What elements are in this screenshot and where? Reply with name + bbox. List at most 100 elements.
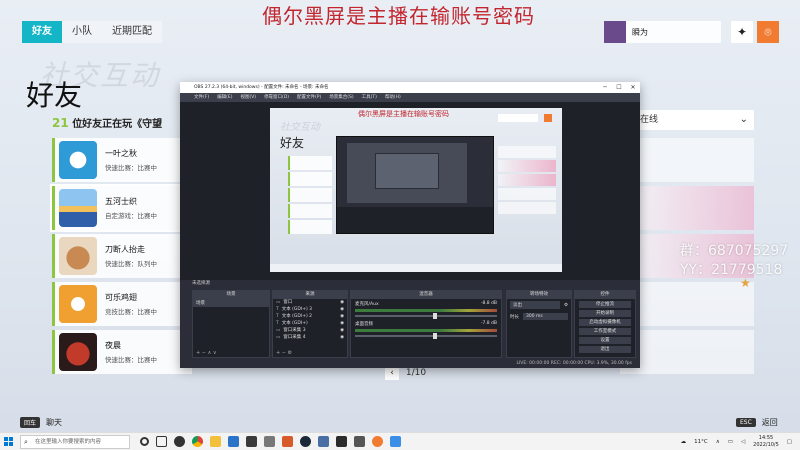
friend-item[interactable]: 一叶之秋 快速比赛：比赛中 <box>52 138 192 182</box>
system-tray: ☁ 11°C ∧ ▭ ◁ 14:55 2022/10/5 ▢ <box>681 433 792 450</box>
tab-team[interactable]: 小队 <box>62 21 102 43</box>
app-icon[interactable] <box>354 436 365 447</box>
overwatch-app-icon[interactable] <box>372 436 383 447</box>
preview-page-title: 好友 <box>280 136 305 150</box>
friend-item[interactable]: 五河士织 自定游戏：比赛中 <box>50 184 194 232</box>
prev-page-button[interactable]: ‹ <box>385 366 399 380</box>
friend-name: 可乐鸡翅 <box>105 293 137 302</box>
friend-item[interactable]: 可乐鸡翅 竞技比赛：比赛中 <box>52 282 192 326</box>
paw-icon[interactable]: ✦ <box>731 21 753 43</box>
down-icon[interactable]: ∨ <box>213 350 217 356</box>
menu-view[interactable]: 视图(V) <box>240 93 256 102</box>
app-icon[interactable] <box>318 436 329 447</box>
eye-icon[interactable]: ◉ <box>340 327 344 334</box>
obs-window: OBS 27.2.3 (64-bit, windows) - 配置文件: 未命名… <box>180 82 640 368</box>
tab-recent-matches[interactable]: 近期匹配 <box>102 21 162 43</box>
friend-item[interactable]: 刀断人抬走 快速比赛：队列中 <box>52 234 192 278</box>
app-icon[interactable] <box>246 436 257 447</box>
preview-right-row <box>498 146 556 158</box>
window-controls: ─ ☐ ✕ <box>598 82 640 93</box>
menu-scene-collection[interactable]: 场景集合(S) <box>329 93 353 102</box>
chrome-icon[interactable] <box>192 436 203 447</box>
menu-docks[interactable]: 停靠窗口(D) <box>264 93 289 102</box>
minimize-icon[interactable]: ─ <box>598 82 612 93</box>
studio-mode-button[interactable]: 工作室模式 <box>579 328 631 335</box>
menu-profile[interactable]: 配置文件(P) <box>297 93 321 102</box>
source-item[interactable]: T 文本 (GDI+) 3 ◉ <box>273 306 347 313</box>
chat-hint[interactable]: 回车 聊天 <box>20 417 62 428</box>
enter-keycap: 回车 <box>20 417 41 428</box>
eye-icon[interactable]: ◉ <box>340 306 344 313</box>
cortana-icon[interactable] <box>140 437 149 446</box>
start-virtual-camera-button[interactable]: 启动虚拟摄像机 <box>579 319 631 326</box>
volume-fader[interactable] <box>355 313 497 319</box>
fader-knob[interactable] <box>433 333 438 339</box>
add-icon[interactable]: + <box>276 350 280 356</box>
eye-icon[interactable]: ◉ <box>340 320 344 327</box>
weather-icon[interactable]: ☁ <box>681 439 687 445</box>
preview-logo <box>544 114 552 122</box>
back-hint[interactable]: ESC 返回 <box>736 417 778 428</box>
preview-watermark: 社交互动 <box>280 122 320 133</box>
start-recording-button[interactable]: 开始录制 <box>579 310 631 317</box>
overwatch-logo-icon[interactable]: ⌾ <box>757 21 779 43</box>
file-explorer-icon[interactable] <box>210 436 221 447</box>
taskbar-search-input[interactable]: ⌕ 在这里输入你要搜索的内容 <box>20 434 130 449</box>
chevron-up-icon[interactable]: ∧ <box>716 439 720 445</box>
preview-right-row <box>498 174 556 186</box>
stop-streaming-button[interactable]: 停止推流 <box>579 301 631 308</box>
steam-icon[interactable] <box>300 436 311 447</box>
fader-knob[interactable] <box>433 313 438 319</box>
gear-icon[interactable]: ⚙ <box>288 350 292 356</box>
mixer-dock-title: 混音器 <box>351 291 501 299</box>
taskbar-clock[interactable]: 14:55 2022/10/5 <box>753 435 779 449</box>
source-item[interactable]: T 文本 (GDI+) 2 ◉ <box>273 313 347 320</box>
windows-start-icon[interactable] <box>0 433 18 450</box>
right-panel-row <box>620 330 754 374</box>
gear-icon[interactable]: ⚙ <box>564 303 568 308</box>
task-view-icon[interactable] <box>156 436 167 447</box>
source-item[interactable]: ▭ 窗口采集 4 ◉ <box>273 334 347 341</box>
remove-icon[interactable]: − <box>202 350 206 356</box>
notification-icon[interactable]: ▢ <box>787 439 792 445</box>
source-item[interactable]: T 文本 (GDI+) ◉ <box>273 320 347 327</box>
app-icon[interactable] <box>264 436 275 447</box>
app-icon[interactable] <box>336 436 347 447</box>
menu-edit[interactable]: 编辑(E) <box>217 93 232 102</box>
app-icon[interactable] <box>390 436 401 447</box>
friend-item[interactable]: 夜晨 快速比赛：比赛中 <box>52 330 192 374</box>
duration-input[interactable]: 300 ms <box>523 313 568 320</box>
recursive-preview-deep <box>375 153 439 189</box>
preview-friend-row <box>288 156 332 170</box>
source-item[interactable]: ▭ 窗口采集 3 ◉ <box>273 327 347 334</box>
settings-button[interactable]: 设置 <box>579 337 631 344</box>
remove-icon[interactable]: − <box>282 350 286 356</box>
menu-file[interactable]: 文件(F) <box>194 93 209 102</box>
obs-titlebar[interactable]: OBS 27.2.3 (64-bit, windows) - 配置文件: 未命名… <box>180 82 640 93</box>
up-icon[interactable]: ∧ <box>208 350 212 356</box>
volume-fader[interactable] <box>355 333 497 339</box>
scene-item[interactable]: 场景 <box>193 299 269 307</box>
menu-tools[interactable]: 工具(T) <box>362 93 377 102</box>
tab-friends[interactable]: 好友 <box>22 21 62 43</box>
transition-type-select[interactable]: 淡出 <box>510 301 560 309</box>
volume-icon[interactable]: ◁ <box>741 439 745 445</box>
eye-icon[interactable]: ◉ <box>340 334 344 341</box>
player-profile[interactable]: 瞬为 <box>604 21 721 43</box>
app-icon[interactable] <box>228 436 239 447</box>
text-icon: T <box>276 314 279 319</box>
eye-icon[interactable]: ◉ <box>340 299 344 306</box>
app-icon[interactable] <box>282 436 293 447</box>
source-item[interactable]: ▭ 窗口 ◉ <box>273 299 347 306</box>
obs-app-icon[interactable] <box>174 436 185 447</box>
network-icon[interactable]: ▭ <box>728 439 733 445</box>
menu-help[interactable]: 帮助(H) <box>385 93 401 102</box>
friend-avatar <box>59 285 97 323</box>
close-icon[interactable]: ✕ <box>626 82 640 93</box>
exit-button[interactable]: 退出 <box>579 346 631 353</box>
status-filter-dropdown[interactable]: 在线 ⌄ <box>620 110 754 130</box>
maximize-icon[interactable]: ☐ <box>612 82 626 93</box>
add-icon[interactable]: + <box>196 350 200 356</box>
eye-icon[interactable]: ◉ <box>340 313 344 320</box>
obs-preview-canvas[interactable]: 偶尔黑屏是主播在输账号密码 社交互动 好友 <box>270 108 562 272</box>
